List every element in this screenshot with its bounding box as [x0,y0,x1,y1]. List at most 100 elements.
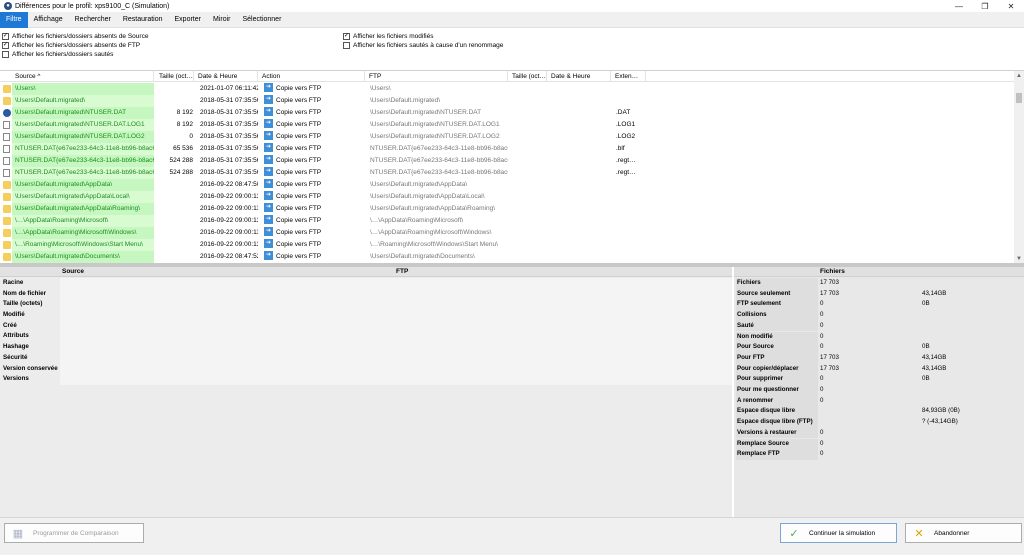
filter-modified[interactable]: ✓ Afficher les fichiers modifiés [343,32,433,40]
table-row[interactable]: \Users\Default.migrated\NTUSER.DAT 8 192 2… [0,107,1014,119]
comparison-grid[interactable]: Source ^ Taille (oct… Date & Heure Actio… [0,70,1024,264]
cell-extension [614,227,644,239]
cell-extension: .LOG1 [616,121,636,128]
filter-absent-source[interactable]: ✓ Afficher les fichiers/dossiers absents… [2,32,148,40]
folder-icon [3,229,11,237]
checkbox[interactable]: ✓ [2,41,9,49]
cell-source-path: \…\AppData\Roaming\Microsoft\Windows\ [12,227,154,239]
stats-size: 43,14GB [922,353,947,361]
file-icon [3,121,10,129]
cell-source-size [154,215,196,227]
cell-action[interactable]: ➔ Copie vers FTP [262,107,366,119]
table-row[interactable]: NTUSER.DAT{e67ee233-64c3-11e8-bb96-b8ac6… [0,167,1014,179]
table-row[interactable]: \Users\Default.migrated\Documents\ 2016-0… [0,251,1014,263]
cell-action[interactable]: ➔ Copie vers FTP [262,179,366,191]
action-label: Copie vers FTP [276,109,322,116]
menu-restauration[interactable]: Restauration [117,12,169,28]
table-row[interactable]: NTUSER.DAT{e67ee233-64c3-11e8-bb96-b8ac6… [0,143,1014,155]
minimize-button[interactable]: — [946,0,972,12]
column-header-action[interactable]: Action [259,71,365,82]
table-row[interactable]: \…\AppData\Roaming\Microsoft\ 2016-09-22 … [0,215,1014,227]
maximize-button[interactable]: ❐ [972,0,998,12]
filter-absent-ftp[interactable]: ✓ Afficher les fichiers/dossiers absents… [2,41,140,49]
table-row[interactable]: NTUSER.DAT{e67ee233-64c3-11e8-bb96-b8ac6… [0,155,1014,167]
menu-affichage[interactable]: Affichage [28,12,69,28]
table-row[interactable]: \…\AppData\Roaming\Microsoft\Windows\ 201… [0,227,1014,239]
stats-size: 0B [922,375,930,383]
cell-source-date: 2018-05-31 07:35:56 [200,109,258,116]
detail-label-version-conservee: Version conservée [3,364,58,372]
column-header-date-ftp[interactable]: Date & Heure [548,71,611,82]
cell-source-path: \Users\Default.migrated\NTUSER.DAT.LOG1 [12,119,154,131]
stats-label: Collisions [736,310,818,321]
table-row[interactable]: \…\Roaming\Microsoft\Windows\Start Menu\… [0,239,1014,251]
cell-action[interactable]: ➔ Copie vers FTP [262,251,366,263]
filter-skipped[interactable]: Afficher les fichiers/dossiers sautés [2,50,113,58]
cell-source-size: 8 192 [176,109,193,116]
column-header-source[interactable]: Source ^ [12,71,154,82]
menu-selectionner[interactable]: Sélectionner [236,12,287,28]
table-row[interactable]: \Users\Default.migrated\NTUSER.DAT.LOG2 0… [0,131,1014,143]
cell-action[interactable]: ➔ Copie vers FTP [262,239,366,251]
cell-source-size: 8 192 [176,121,193,128]
abandon-button[interactable]: ✕ Abandonner [905,523,1022,543]
calendar-icon: ▦ [12,527,24,540]
stats-label: Fichiers [736,278,818,289]
cell-action[interactable]: ➔ Copie vers FTP [262,167,366,179]
action-label: Copie vers FTP [276,121,322,128]
menu-rechercher[interactable]: Rechercher [69,12,117,28]
stats-label: A renommer [736,395,818,407]
column-header-extension[interactable]: Exten… [612,71,646,82]
cell-action[interactable]: ➔ Copie vers FTP [262,191,366,203]
stats-size: ? (-43,14GB) [922,418,958,426]
cell-action[interactable]: ➔ Copie vers FTP [262,203,366,215]
filter-skipped-rename[interactable]: Afficher les fichiers sautés à cause d'u… [343,41,503,49]
table-row[interactable]: \Users\ 2021-01-07 06:11:42 ➔ Copie vers FT… [0,83,1014,95]
cell-action[interactable]: ➔ Copie vers FTP [262,227,366,239]
column-header-date-source[interactable]: Date & Heure [195,71,258,82]
scrollbar-thumb[interactable] [1016,93,1022,103]
scroll-up-icon[interactable]: ▲ [1014,71,1024,81]
cell-source-size: 0 [189,133,193,140]
table-row[interactable]: \Users\Default.migrated\ 2018-05-31 07:35… [0,95,1014,107]
cell-source-size [154,191,196,203]
cell-action[interactable]: ➔ Copie vers FTP [262,95,366,107]
table-row[interactable]: \Users\Default.migrated\NTUSER.DAT.LOG1 8… [0,119,1014,131]
menu-miroir[interactable]: Miroir [207,12,237,28]
table-row[interactable]: \Users\Default.migrated\AppData\ 2016-09-… [0,179,1014,191]
action-label: Copie vers FTP [276,157,322,164]
cell-ftp-path: \…\AppData\Roaming\Microsoft\Windows\ [370,229,492,236]
stats-size: 43,14GB [922,364,947,372]
stats-label: FTP seulement [736,299,818,311]
stats-label: Pour copier/déplacer [736,363,818,375]
checkbox[interactable] [343,41,350,49]
column-header-ftp[interactable]: FTP [366,71,508,82]
cell-ftp-path: \Users\Default.migrated\NTUSER.DAT.LOG1 [370,121,500,128]
checkbox[interactable] [2,50,9,58]
menu-filtre[interactable]: Filtre [0,11,28,28]
table-row[interactable]: \Users\Default.migrated\AppData\Roaming\… [0,203,1014,215]
cell-action[interactable]: ➔ Copie vers FTP [262,119,366,131]
cell-action[interactable]: ➔ Copie vers FTP [262,131,366,143]
column-header-size-ftp[interactable]: Taille (oct… [509,71,547,82]
column-header-size-source[interactable]: Taille (oct… [156,71,194,82]
cell-source-date: 2016-09-22 08:47:50 [200,181,258,188]
cell-action[interactable]: ➔ Copie vers FTP [262,143,366,155]
continue-simulation-button[interactable]: ✓ Continuer la simulation [780,523,897,543]
checkbox-label: Afficher les fichiers modifiés [353,32,434,40]
menu-exporter[interactable]: Exporter [169,12,207,28]
checkbox[interactable]: ✓ [2,32,9,40]
arrow-right-icon: ➔ [264,131,273,141]
stats-count: 17 703 [820,353,839,361]
vertical-scrollbar[interactable]: ▲ ▼ [1014,71,1024,264]
cell-action[interactable]: ➔ Copie vers FTP [262,215,366,227]
cell-source-size: 524 288 [169,157,194,164]
cell-action[interactable]: ➔ Copie vers FTP [262,83,366,95]
schedule-comparison-button[interactable]: ▦ Programmer de Comparaison [4,523,144,543]
file-icon [3,157,10,165]
table-row[interactable]: \Users\Default.migrated\AppData\Local\ 20… [0,191,1014,203]
cell-action[interactable]: ➔ Copie vers FTP [262,155,366,167]
cell-source-size [154,203,196,215]
checkbox[interactable]: ✓ [343,32,350,40]
close-button[interactable]: ✕ [998,0,1024,12]
